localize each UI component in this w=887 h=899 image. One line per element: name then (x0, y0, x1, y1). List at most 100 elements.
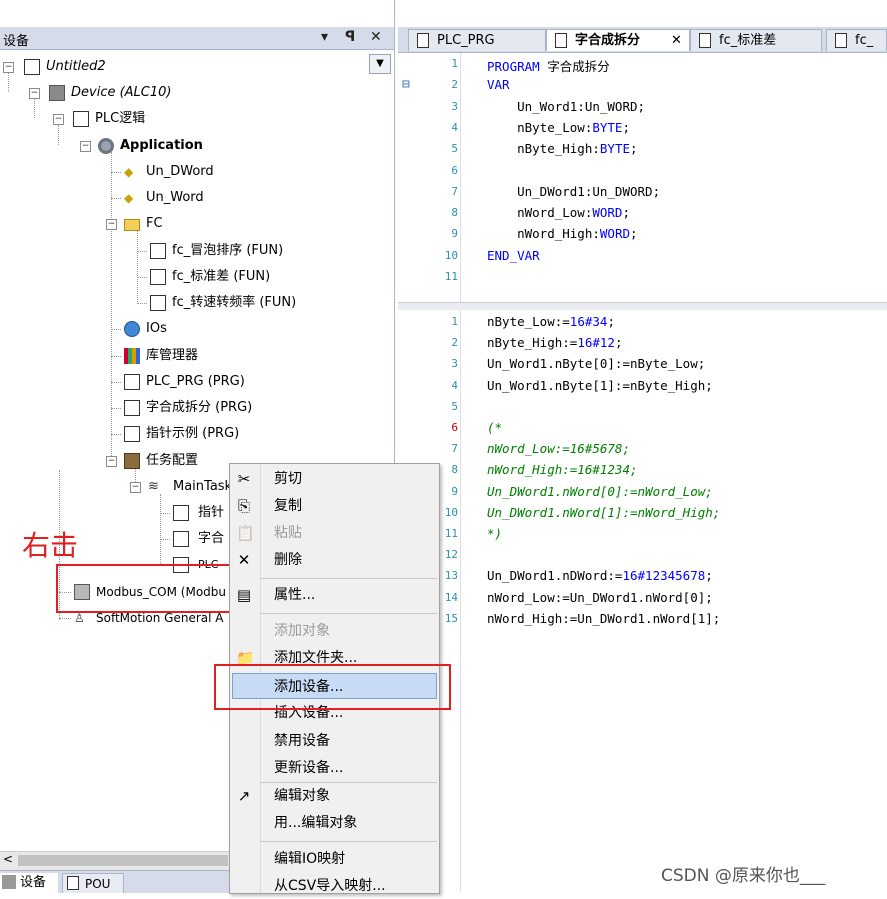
line-number: 11 (444, 270, 458, 283)
code-line: *) (487, 526, 503, 541)
code-line: nWord_Low:WORD; (487, 205, 630, 221)
combo-dropdown-arrow[interactable]: ▼ (369, 54, 391, 74)
tree-line (34, 98, 35, 118)
device-panel-title: 设备 (3, 34, 30, 49)
tab-fc-bubble[interactable]: fc_冒 (826, 29, 887, 70)
task-icon: ≋ (148, 479, 159, 494)
menu-item-copy[interactable]: ⎘ 复制 (230, 493, 439, 519)
line-number: 5 (451, 399, 458, 413)
menu-item-update-device[interactable]: 更新设备... (230, 755, 439, 781)
tree-line (137, 230, 138, 304)
gear-icon (98, 138, 114, 154)
tab-fc-std-dev[interactable]: fc_标准差 (690, 29, 822, 51)
line-number: 1 (451, 315, 458, 328)
collapse-toggle[interactable]: − (130, 482, 141, 493)
menu-item-cut[interactable]: ✂ 剪切 (230, 466, 439, 492)
implementation-editor[interactable]: 1 nByte_Low:=16#34; 2 nByte_High:=16#12; 3 Un… (398, 310, 887, 892)
pin-icon[interactable]: ꟼ (345, 29, 355, 45)
tree-line (111, 408, 121, 409)
program-call-icon (173, 505, 189, 521)
tree-line (111, 172, 121, 173)
code-line: Un_DWord1:Un_DWORD; (487, 183, 661, 199)
line-number: 7 (451, 442, 458, 456)
code-line: nByte_High:BYTE; (487, 141, 638, 157)
editor-tab-bar: PLC_PRG 字合成拆分 ✕ fc_标准差 fc_冒 (398, 27, 887, 70)
pou-icon (835, 33, 847, 48)
menu-item-import-csv[interactable]: 从CSV导入映射... (230, 873, 439, 899)
fold-toggle-icon[interactable]: ⊟ (402, 77, 410, 92)
scroll-left-button[interactable]: < (3, 852, 13, 866)
menu-item-label: 从CSV导入映射... (274, 878, 386, 894)
collapse-toggle[interactable]: − (53, 114, 64, 125)
close-tab-icon[interactable]: ✕ (671, 30, 682, 52)
menu-item-delete[interactable]: ✕ 删除 (230, 547, 439, 573)
tab-label: PLC_PRG (437, 33, 495, 48)
code-line: Un_DWord1.nWord[1]:=nWord_High; (487, 504, 721, 520)
code-line: nWord_High:=Un_DWord1.nWord[1]; (487, 610, 721, 626)
devices-icon (2, 875, 16, 889)
menu-item-edit-object-with[interactable]: 用...编辑对象 (230, 810, 439, 836)
menu-item-paste[interactable]: 📋 粘贴 (230, 520, 439, 546)
line-number: 13 (444, 569, 458, 583)
collapse-toggle[interactable]: − (3, 62, 14, 73)
menu-item-edit-object[interactable]: ↗ 编辑对象 (230, 783, 439, 809)
line-number: 10 (444, 505, 458, 519)
line-number: 3 (451, 99, 458, 113)
collapse-toggle[interactable]: − (106, 456, 117, 467)
pou-icon (699, 33, 711, 48)
menu-item-label: 属性... (274, 587, 316, 603)
line-number: 2 (451, 78, 458, 92)
code-line: Un_Word1.nByte[0]:=nByte_Low; (487, 356, 706, 372)
tab-pou[interactable]: POU (62, 873, 124, 893)
code-line: Un_Word1:Un_WORD; (487, 98, 646, 114)
menu-item-label: 编辑对象 (274, 788, 330, 804)
menu-item-edit-io-mapping[interactable]: 编辑IO映射 (230, 846, 439, 872)
close-panel-button[interactable]: ✕ (370, 29, 382, 45)
line-number: 6 (451, 421, 458, 434)
panel-menu-button[interactable]: ▾ (321, 29, 328, 45)
menu-item-label: 禁用设备 (274, 733, 330, 749)
tree-line (160, 513, 170, 514)
code-line: VAR (487, 77, 510, 93)
menu-item-properties[interactable]: ▤ 属性... (230, 582, 439, 608)
tree-line (137, 303, 147, 304)
scroll-thumb[interactable] (18, 855, 228, 866)
tab-plc-prg[interactable]: PLC_PRG (408, 29, 546, 51)
line-number: 10 (444, 248, 458, 262)
menu-separator (260, 613, 437, 614)
pou-icon (150, 269, 166, 285)
code-line: nWord_High:=16#1234; (487, 462, 638, 478)
code-line: nByte_Low:=16#34; (487, 314, 615, 329)
code-line: Un_Word1.nByte[1]:=nByte_High; (487, 377, 713, 393)
device-panel-titlebar: 设备 ▾ ꟼ ✕ (0, 27, 394, 50)
pou-icon (124, 374, 140, 390)
watermark: CSDN @原来你也___ (661, 866, 826, 886)
collapse-toggle[interactable]: − (29, 88, 40, 99)
tree-line (111, 198, 121, 199)
pou-icon (417, 33, 429, 48)
tree-line (137, 277, 147, 278)
tree-line (111, 329, 121, 330)
code-line: nByte_Low:BYTE; (487, 119, 630, 135)
scissors-icon: ✂ (237, 470, 251, 488)
line-number: 8 (451, 206, 458, 220)
line-number: 1 (451, 57, 458, 70)
declaration-editor[interactable]: ⊟ 1 PROGRAM 字合成拆分 2 VAR 3 Un_Word1:Un_WORD; 4… (398, 53, 887, 302)
menu-item-label: 更新设备... (274, 760, 344, 776)
menu-item-label: 删除 (274, 552, 302, 568)
line-number: 2 (451, 336, 458, 350)
code-line: Un_DWord1.nWord[0]:=nWord_Low; (487, 483, 713, 499)
line-number: 4 (451, 120, 458, 134)
pou-icon (124, 400, 140, 416)
collapse-toggle[interactable]: − (106, 219, 117, 230)
menu-item-add-object[interactable]: 添加对象 (230, 618, 439, 644)
tab-devices[interactable]: 设备 (0, 873, 58, 893)
line-number: 3 (451, 357, 458, 371)
library-icon (124, 348, 140, 364)
collapse-toggle[interactable]: − (80, 141, 91, 152)
pou-icon (67, 876, 79, 890)
copy-icon: ⎘ (237, 497, 250, 515)
tab-word-split[interactable]: 字合成拆分 ✕ (546, 29, 690, 51)
datatype-icon: ◆ (124, 191, 134, 205)
menu-item-disable-device[interactable]: 禁用设备 (230, 728, 439, 754)
